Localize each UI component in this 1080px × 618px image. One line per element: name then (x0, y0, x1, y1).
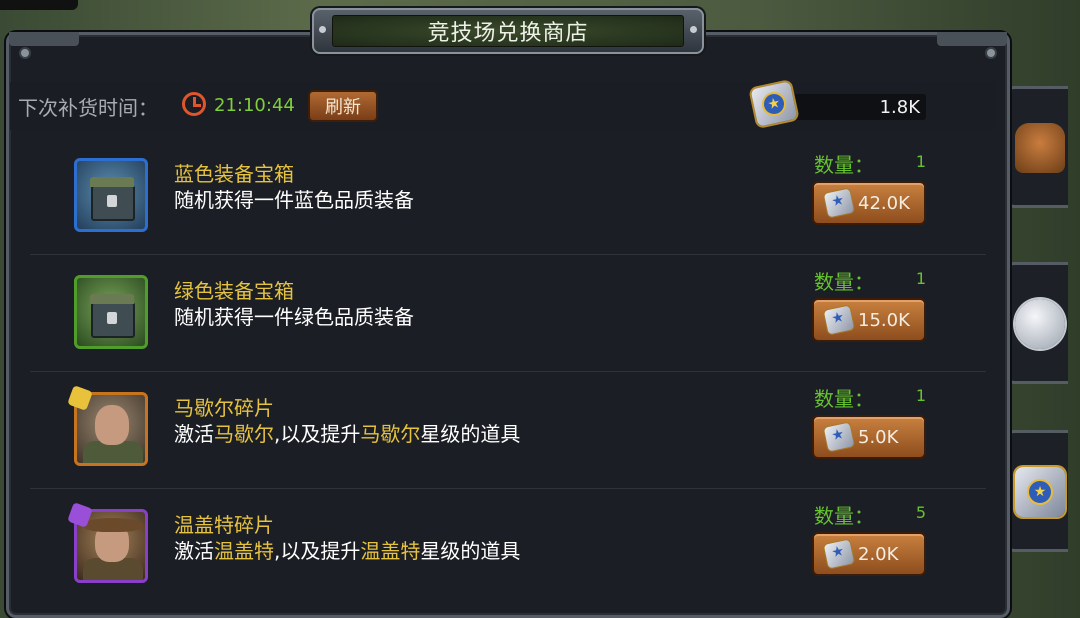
price-label: 2.0K (858, 544, 899, 565)
quantity-label: 数量： (814, 387, 874, 411)
quantity-value: 1 (915, 152, 926, 171)
top-left-status-chip (0, 0, 78, 10)
title-rivet (690, 26, 697, 33)
title-plate: 竞技场兑换商店 (312, 8, 704, 54)
arena-medal-icon: ★ (750, 81, 798, 127)
medal-coin-icon (823, 188, 855, 218)
price-label: 42.0K (858, 193, 910, 214)
item-description: 激活温盖特,以及提升温盖特星级的道具 (174, 535, 520, 564)
panel-bolt (21, 49, 29, 57)
buy-button[interactable]: 15.0K (812, 298, 926, 342)
clock-icon (182, 92, 206, 116)
item-description: 随机获得一件蓝色品质装备 (174, 188, 414, 212)
panel-corner-left (9, 32, 79, 46)
title-rivet (319, 26, 326, 33)
list-item: 温盖特碎片 激活温盖特,以及提升温盖特星级的道具 数量： 5 2.0K (10, 489, 996, 606)
restock-status-bar: 下次补货时间： 21:10:44 刷新 1.8K ★ (10, 81, 996, 130)
restock-label: 下次补货时间： (18, 96, 158, 120)
desc-suffix: 星级的道具 (420, 422, 521, 446)
quantity-label: 数量： (814, 504, 874, 528)
blue-equipment-chest-icon[interactable] (74, 158, 148, 232)
quantity-label: 数量： (814, 153, 874, 177)
item-name: 马歇尔碎片 (174, 396, 274, 420)
medal-coin-icon (823, 422, 855, 452)
refresh-button[interactable]: 刷新 (308, 90, 378, 122)
side-tab-medal-crate[interactable]: ★ (1006, 430, 1068, 552)
price-label: 15.0K (858, 310, 910, 331)
desc-hero-name: 马歇尔 (214, 422, 274, 446)
panel-corner-right (937, 32, 1007, 46)
list-item: 绿色装备宝箱 随机获得一件绿色品质装备 数量： 1 15.0K (10, 255, 996, 372)
desc-hero-name: 温盖特 (360, 539, 421, 563)
medal-coin-icon (823, 305, 855, 335)
price-label: 5.0K (858, 427, 899, 448)
desc-hero-name: 马歇尔 (360, 422, 421, 446)
buy-button[interactable]: 2.0K (812, 532, 926, 576)
item-name: 蓝色装备宝箱 (174, 162, 294, 186)
buy-button[interactable]: 42.0K (812, 181, 926, 225)
desc-suffix: 星级的道具 (420, 539, 521, 563)
fist-coin-icon (1015, 299, 1065, 349)
quantity-value: 5 (915, 503, 926, 522)
list-item: 蓝色装备宝箱 随机获得一件蓝色品质装备 数量： 1 42.0K (10, 138, 996, 255)
quantity-label: 数量： (814, 270, 874, 294)
desc-prefix: 激活 (174, 539, 214, 563)
green-equipment-chest-icon[interactable] (74, 275, 148, 349)
side-tab-arena-coin[interactable] (1006, 262, 1068, 384)
item-name: 温盖特碎片 (174, 513, 274, 537)
quantity-value: 1 (915, 269, 926, 288)
medal-coin-icon (823, 539, 855, 569)
list-item: 马歇尔碎片 激活马歇尔,以及提升马歇尔星级的道具 数量： 1 5.0K (10, 372, 996, 489)
item-name: 绿色装备宝箱 (174, 279, 294, 303)
desc-prefix: 激活 (174, 422, 214, 446)
item-description: 随机获得一件绿色品质装备 (174, 305, 414, 329)
item-description: 激活马歇尔,以及提升马歇尔星级的道具 (174, 418, 520, 447)
medal-crate-icon: ★ (1015, 467, 1065, 517)
currency-amount: 1.8K (879, 97, 920, 118)
backpack-icon (1015, 123, 1065, 173)
desc-mid: ,以及提升 (274, 422, 361, 446)
side-tab-backpack[interactable] (1006, 86, 1068, 208)
panel-bolt (987, 49, 995, 57)
desc-mid: ,以及提升 (274, 539, 361, 563)
buy-button[interactable]: 5.0K (812, 415, 926, 459)
quantity-value: 1 (915, 386, 926, 405)
page-title: 竞技场兑换商店 (332, 15, 684, 47)
desc-hero-name: 温盖特 (214, 539, 274, 563)
restock-timer: 21:10:44 (214, 95, 295, 116)
